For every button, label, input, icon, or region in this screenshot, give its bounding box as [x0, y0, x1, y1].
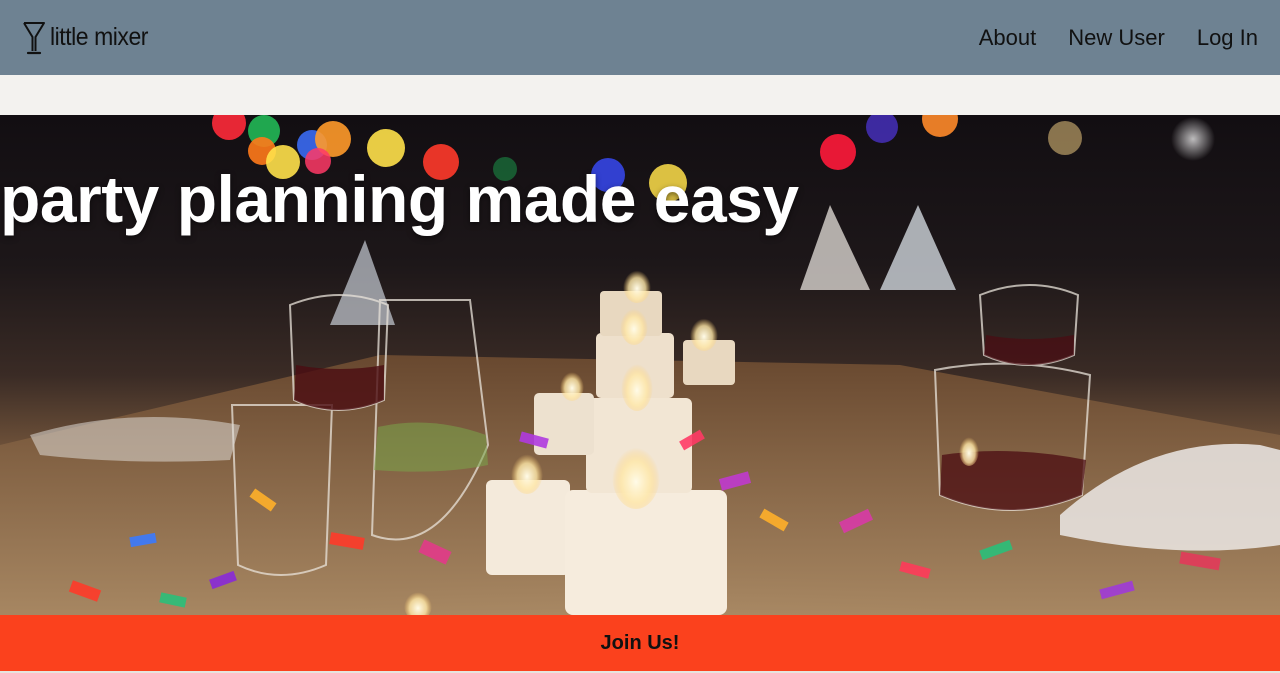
hero-section: party planning made easy: [0, 115, 1280, 615]
navbar: little mixer About New User Log In: [0, 0, 1280, 75]
spacer-band: [0, 75, 1280, 115]
brand-name: little mixer: [50, 23, 148, 51]
brand-logo-link[interactable]: little mixer: [22, 20, 157, 56]
nav-link-about[interactable]: About: [979, 25, 1037, 51]
cocktail-glass-icon: [23, 21, 45, 54]
join-us-button[interactable]: Join Us!: [0, 615, 1280, 671]
hero-title: party planning made easy: [0, 162, 799, 236]
nav-links: About New User Log In: [979, 25, 1258, 51]
nav-link-new-user[interactable]: New User: [1068, 25, 1165, 51]
nav-link-log-in[interactable]: Log In: [1197, 25, 1258, 51]
